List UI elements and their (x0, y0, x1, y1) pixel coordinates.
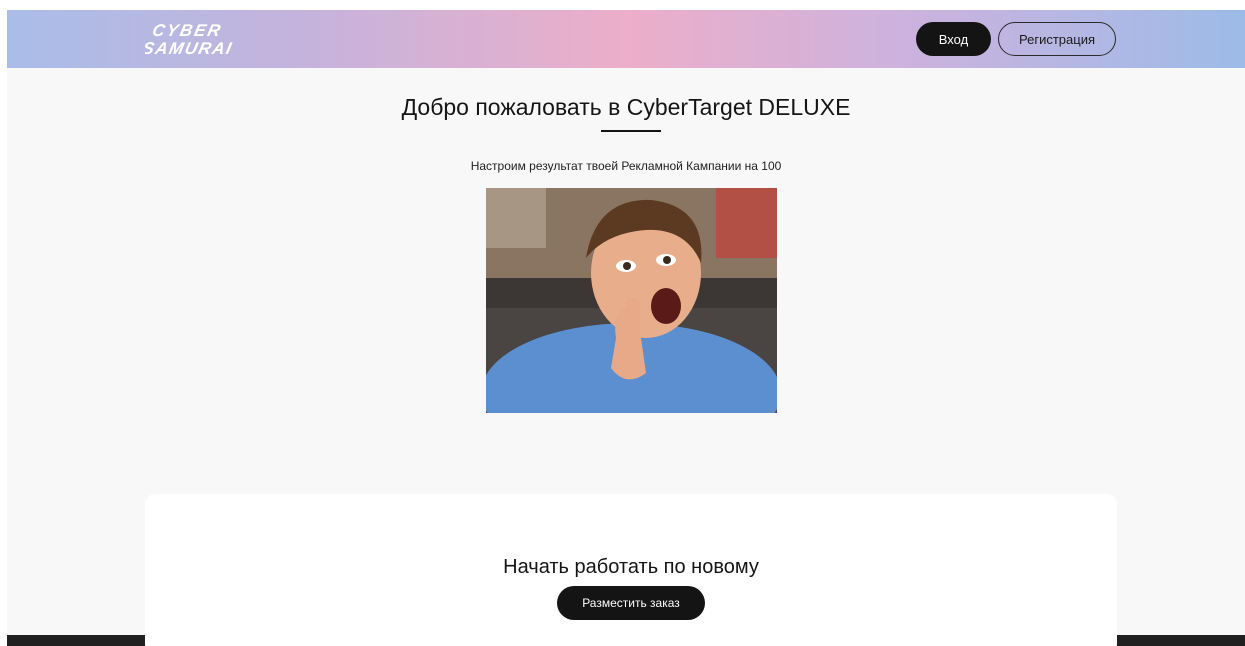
page-title: Добро пожаловать в CyberTarget DELUXE (401, 94, 851, 120)
register-button[interactable]: Регистрация (998, 22, 1116, 56)
hero-subtitle: Настроим результат твоей Рекламной Кампа… (470, 159, 782, 173)
logo-wordmark: CYBER SAMURAI (145, 20, 235, 58)
site-header: CYBER SAMURAI Вход Регистрация (7, 10, 1245, 68)
thumbs-up-guy-photo (486, 188, 777, 413)
logo-line2: SAMURAI (145, 38, 235, 58)
login-button[interactable]: Вход (916, 22, 991, 56)
place-order-button[interactable]: Разместить заказ (557, 586, 705, 620)
cta-card: Начать работать по новому Разместить зак… (145, 494, 1117, 646)
page: CYBER SAMURAI Вход Регистрация Добро пож… (7, 10, 1245, 646)
title-divider (601, 130, 661, 132)
cta-title: Начать работать по новому (503, 556, 759, 578)
logo-line1: CYBER (151, 20, 225, 40)
cyber-samurai-logo[interactable]: CYBER SAMURAI (145, 19, 265, 61)
hero-photo (486, 188, 777, 413)
